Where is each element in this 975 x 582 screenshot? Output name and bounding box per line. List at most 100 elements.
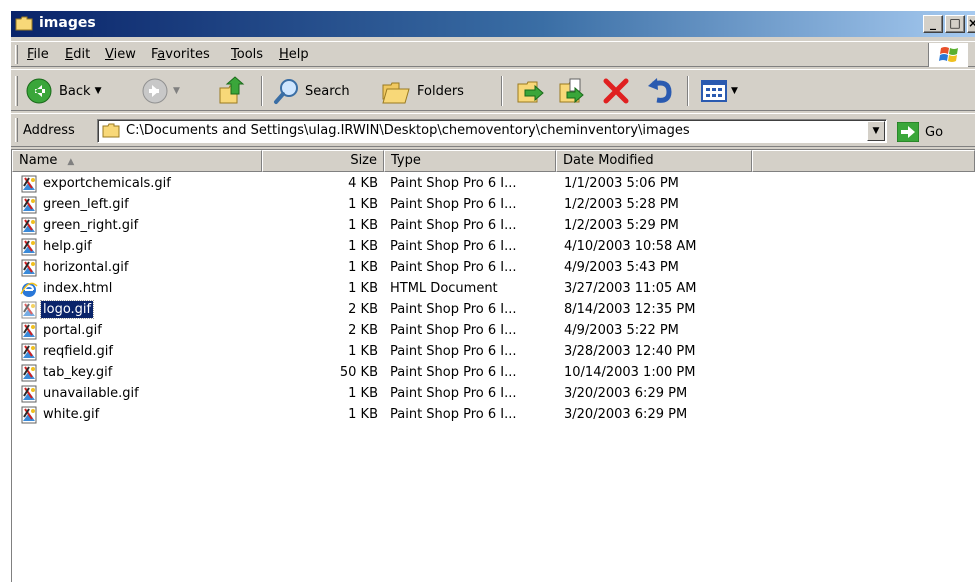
search-icon [274, 79, 298, 104]
column-header-size[interactable]: Size [262, 150, 384, 172]
file-name[interactable]: green_right.gif [41, 217, 140, 234]
copy-to-button[interactable] [557, 75, 587, 107]
file-name[interactable]: unavailable.gif [41, 385, 141, 402]
column-header-type[interactable]: Type [384, 150, 556, 172]
file-row[interactable]: tab_key.gif 50 KB Paint Shop Pro 6 I... 10/… [12, 363, 972, 384]
file-size: 1 KB [348, 386, 378, 401]
file-row[interactable]: horizontal.gif 1 KB Paint Shop Pro 6 I... 4… [12, 258, 972, 279]
file-row[interactable]: help.gif 1 KB Paint Shop Pro 6 I... 4/10/20… [12, 237, 972, 258]
copy-to-folder-icon [559, 78, 584, 104]
views-icon [701, 80, 727, 102]
back-button[interactable]: Back ▼ [25, 75, 101, 107]
file-row[interactable]: logo.gif 2 KB Paint Shop Pro 6 I... 8/14/20… [12, 300, 972, 321]
file-name[interactable]: reqfield.gif [41, 343, 115, 360]
file-name[interactable]: portal.gif [41, 322, 104, 339]
file-name[interactable]: exportchemicals.gif [41, 175, 173, 192]
move-to-button[interactable] [515, 75, 545, 107]
column-header-date-modified[interactable]: Date Modified [556, 150, 752, 172]
file-date-modified: 3/20/2003 6:29 PM [564, 386, 688, 401]
menu-view[interactable]: View [105, 47, 136, 62]
file-name[interactable]: index.html [41, 280, 114, 297]
forward-button[interactable]: ▼ [141, 75, 180, 107]
file-date-modified: 3/20/2003 6:29 PM [564, 407, 688, 422]
gif-file-icon [21, 385, 37, 403]
toolbar-separator [261, 76, 263, 106]
file-date-modified: 4/9/2003 5:43 PM [564, 260, 679, 275]
file-row[interactable]: reqfield.gif 1 KB Paint Shop Pro 6 I... 3/2… [12, 342, 972, 363]
forward-dropdown-icon[interactable]: ▼ [173, 86, 180, 96]
go-button[interactable]: Go [897, 120, 943, 144]
menu-edit[interactable]: Edit [65, 47, 90, 62]
undo-icon [648, 78, 672, 103]
file-type: Paint Shop Pro 6 I... [390, 323, 517, 338]
toolbar-grip[interactable] [15, 76, 18, 106]
search-label: Search [305, 83, 350, 99]
file-type: Paint Shop Pro 6 I... [390, 407, 517, 422]
gif-file-icon [21, 196, 37, 214]
file-size: 2 KB [348, 323, 378, 338]
file-date-modified: 4/9/2003 5:22 PM [564, 323, 679, 338]
address-label: Address [23, 123, 75, 138]
delete-x-icon [603, 78, 629, 104]
file-row[interactable]: green_left.gif 1 KB Paint Shop Pro 6 I... 1… [12, 195, 972, 216]
file-type: Paint Shop Pro 6 I... [390, 239, 517, 254]
address-grip[interactable] [15, 118, 18, 142]
file-list-view[interactable]: Name ▲ Size Type Date Modified exportchem… [11, 149, 975, 582]
back-label: Back [59, 83, 91, 99]
column-header-name[interactable]: Name ▲ [12, 150, 262, 172]
window-title: images [39, 15, 96, 31]
file-date-modified: 1/2/2003 5:28 PM [564, 197, 679, 212]
up-folder-button[interactable] [217, 75, 247, 107]
file-name[interactable]: white.gif [41, 406, 101, 423]
ie-html-icon [20, 282, 38, 297]
windows-logo-icon [928, 43, 968, 67]
menu-bar: File Edit View Favorites Tools Help [11, 41, 975, 67]
file-size: 1 KB [348, 260, 378, 275]
address-input[interactable]: C:\Documents and Settings\ulag.IRWIN\Des… [97, 119, 887, 143]
gif-file-icon [21, 406, 37, 424]
undo-button[interactable] [645, 75, 675, 107]
menu-favorites[interactable]: Favorites [151, 47, 210, 62]
file-type: Paint Shop Pro 6 I... [390, 302, 517, 317]
address-dropdown-icon[interactable]: ▼ [867, 121, 885, 141]
views-button[interactable]: ▼ [701, 75, 738, 107]
file-type: Paint Shop Pro 6 I... [390, 176, 517, 191]
folders-button[interactable]: Folders [381, 75, 464, 107]
file-row[interactable]: index.html 1 KB HTML Document 3/27/2003 11:… [12, 279, 972, 300]
file-type: Paint Shop Pro 6 I... [390, 260, 517, 275]
menu-grip[interactable] [15, 45, 18, 64]
file-row[interactable]: portal.gif 2 KB Paint Shop Pro 6 I... 4/9/2… [12, 321, 972, 342]
forward-arrow-icon [142, 78, 168, 104]
minimize-button[interactable]: _ [923, 15, 943, 33]
file-row[interactable]: white.gif 1 KB Paint Shop Pro 6 I... 3/20/2… [12, 405, 972, 426]
file-name[interactable]: logo.gif [39, 300, 95, 319]
file-size: 50 KB [339, 365, 378, 380]
views-dropdown-icon[interactable]: ▼ [731, 86, 738, 96]
address-path: C:\Documents and Settings\ulag.IRWIN\Des… [126, 123, 690, 138]
file-row[interactable]: exportchemicals.gif 4 KB Paint Shop Pro 6 … [12, 174, 972, 195]
toolbar-separator [501, 76, 503, 106]
back-dropdown-icon[interactable]: ▼ [95, 86, 102, 96]
sort-ascending-icon: ▲ [67, 157, 75, 167]
gif-file-icon [21, 238, 37, 256]
delete-button[interactable] [601, 75, 631, 107]
file-row[interactable]: unavailable.gif 1 KB Paint Shop Pro 6 I...… [12, 384, 972, 405]
maximize-button[interactable]: □ [945, 15, 965, 33]
file-name[interactable]: green_left.gif [41, 196, 131, 213]
file-date-modified: 1/2/2003 5:29 PM [564, 218, 679, 233]
title-bar[interactable]: images _ □ × [11, 11, 975, 37]
menu-tools[interactable]: Tools [231, 47, 263, 62]
menu-file[interactable]: File [27, 47, 49, 62]
file-name[interactable]: help.gif [41, 238, 94, 255]
file-size: 1 KB [348, 239, 378, 254]
file-row[interactable]: green_right.gif 1 KB Paint Shop Pro 6 I...… [12, 216, 972, 237]
file-name[interactable]: horizontal.gif [41, 259, 130, 276]
file-name[interactable]: tab_key.gif [41, 364, 114, 381]
file-size: 4 KB [348, 176, 378, 191]
menu-help[interactable]: Help [279, 47, 309, 62]
up-folder-icon [219, 76, 245, 104]
go-arrow-icon [897, 122, 919, 142]
search-button[interactable]: Search [273, 75, 350, 107]
close-button[interactable]: × [967, 15, 975, 33]
file-size: 1 KB [348, 344, 378, 359]
